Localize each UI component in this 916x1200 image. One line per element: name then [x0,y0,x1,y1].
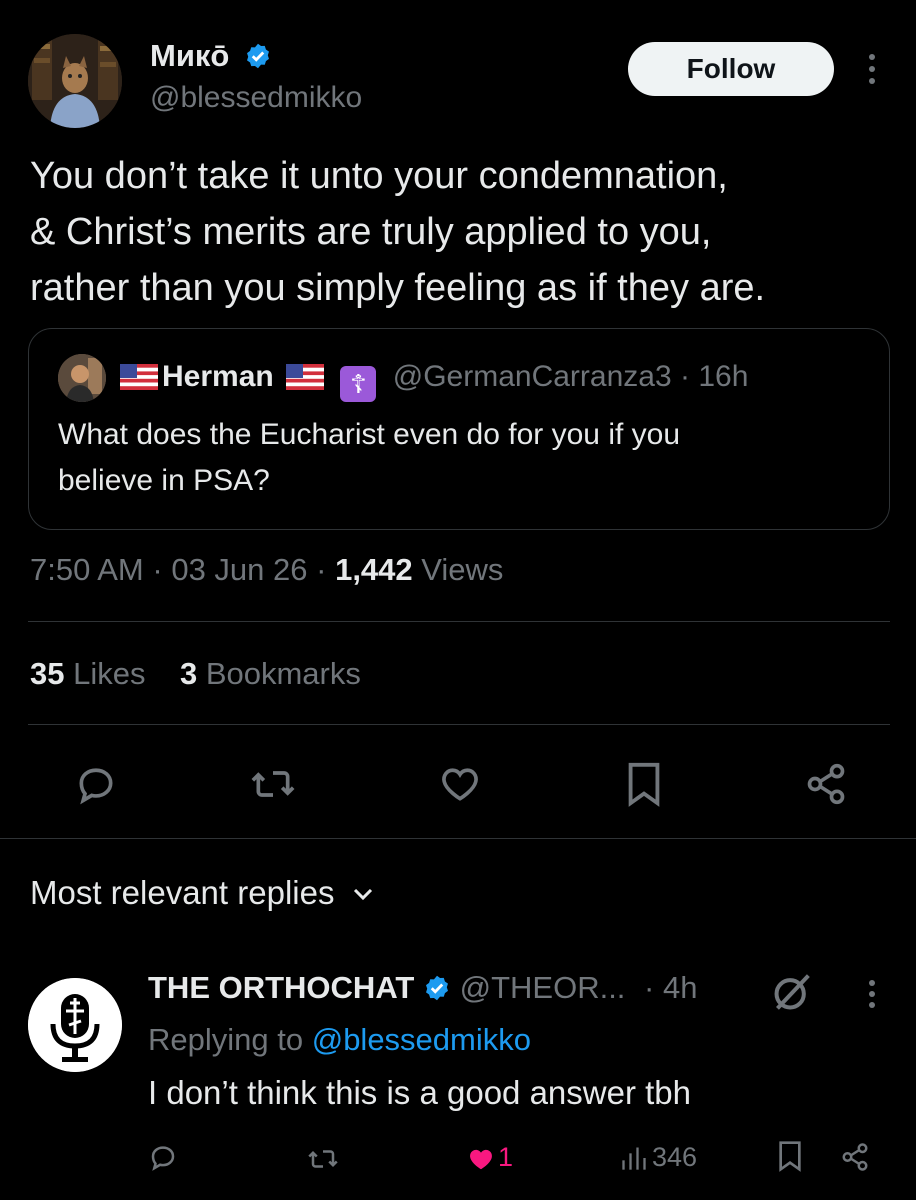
meta-separator: · [316,552,327,587]
reply-views-button[interactable]: 346 [620,1142,697,1173]
retweet-icon[interactable] [245,756,301,812]
analytics-icon [620,1144,648,1172]
bookmarks-label: Bookmarks [205,656,361,691]
replying-to: Replying to @blessedmikko [148,1022,531,1058]
quote-text: What does the Eucharist even do for you … [58,418,681,497]
bookmarks-count: 3 [179,656,198,691]
reply-more-options-icon[interactable] [864,978,880,1010]
quote-author-handle[interactable]: @GermanCarranza3 [393,360,672,393]
tweet-date[interactable]: 03 Jun 26 [171,552,307,587]
replying-to-prefix: Replying to [148,1022,304,1057]
quote-separator: · [680,360,690,393]
meta-separator: · [152,552,163,587]
reply-author-name[interactable]: THE ORTHOCHAT [148,970,414,1005]
chevron-down-icon [352,886,374,902]
replies-sort-dropdown[interactable]: Most relevant replies [30,874,374,912]
more-options-icon[interactable] [862,52,882,86]
author-display-name[interactable]: Микō [150,38,272,74]
tweet-text: You don’t take it unto your condemnation… [30,155,766,309]
divider [28,621,890,622]
us-flag-icon [120,364,158,390]
divider [28,724,890,725]
tweet-meta: 7:50 AM · 03 Jun 26 · 1,442 Views [30,552,503,588]
quote-header: Herman ☦ @GermanCarranza3 · 16h [116,360,748,402]
reply-like-button[interactable]: 1 [466,1142,513,1173]
quote-author-avatar[interactable] [58,354,106,402]
tweet-time[interactable]: 7:50 AM [30,552,144,587]
engagement-stats: 35 Likes 3 Bookmarks [30,656,361,692]
reply-author-handle[interactable]: @THEOR... [460,970,626,1005]
views-count: 1,442 [335,552,413,587]
reply-like-count: 1 [498,1142,514,1172]
us-flag-icon [286,364,325,390]
likes-label: Likes [73,656,146,691]
reply-share-icon[interactable] [840,1142,870,1172]
reply-retweet-icon[interactable] [306,1144,340,1174]
reply-icon[interactable] [68,756,124,812]
replying-to-mention[interactable]: @blessedmikko [312,1022,531,1057]
reply-reply-icon[interactable] [148,1142,178,1172]
quote-author-name[interactable]: Herman [162,360,274,393]
views-label: Views [421,552,504,587]
likes-stat[interactable]: 35 Likes [30,656,145,691]
quote-time[interactable]: 16h [698,360,748,393]
bookmark-icon[interactable] [616,756,672,812]
reply-separator: · [644,970,655,1005]
reply-header: THE ORTHOCHAT @THEOR... · 4h [148,970,697,1006]
verified-badge-icon [423,974,451,1002]
bookmarks-stat[interactable]: 3 Bookmarks [180,656,361,691]
reply-time[interactable]: 4h [663,970,697,1005]
replies-sort-label: Most relevant replies [30,874,335,911]
author-handle[interactable]: @blessedmikko [150,81,362,115]
author-name-text: Микō [150,38,230,73]
reply-bookmark-icon[interactable] [776,1140,804,1172]
grok-icon[interactable] [770,972,814,1012]
reply-views-count: 346 [652,1142,698,1172]
share-icon[interactable] [798,756,854,812]
author-avatar[interactable] [28,34,122,128]
section-divider [0,838,916,839]
reply-text: I don’t think this is a good answer tbh [148,1074,691,1111]
verified-badge-icon [244,42,272,70]
reply-author-avatar[interactable] [28,978,122,1072]
likes-count: 35 [30,656,65,691]
like-icon[interactable] [432,756,488,812]
heart-filled-icon [466,1144,496,1172]
follow-button[interactable]: Follow [628,42,834,96]
orthodox-cross-icon: ☦ [340,366,377,402]
